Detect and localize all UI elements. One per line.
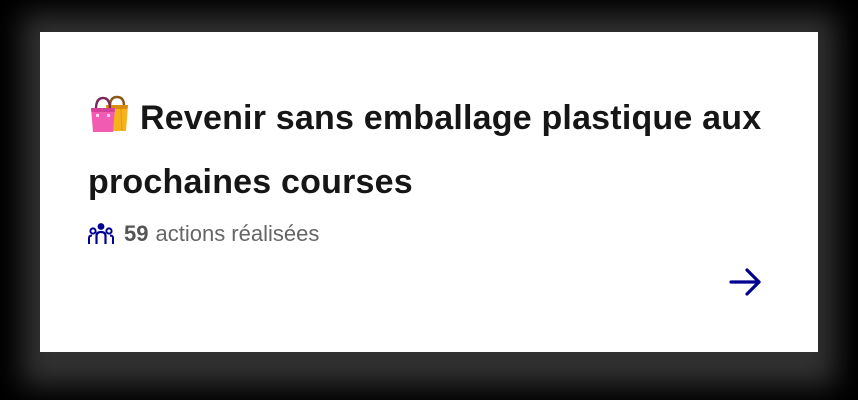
people-icon [88,222,114,246]
action-stats: 59 actions réalisées [88,219,319,249]
shopping-bags-icon [88,92,130,152]
arrow-right-icon[interactable] [728,264,764,300]
card-title-text: Revenir sans emballage plastique aux pro… [88,99,762,201]
action-card[interactable]: Revenir sans emballage plastique aux pro… [40,32,818,352]
card-title: Revenir sans emballage plastique aux pro… [88,88,768,212]
action-count: 59 [124,221,149,246]
action-count-label: actions réalisées [155,221,320,246]
